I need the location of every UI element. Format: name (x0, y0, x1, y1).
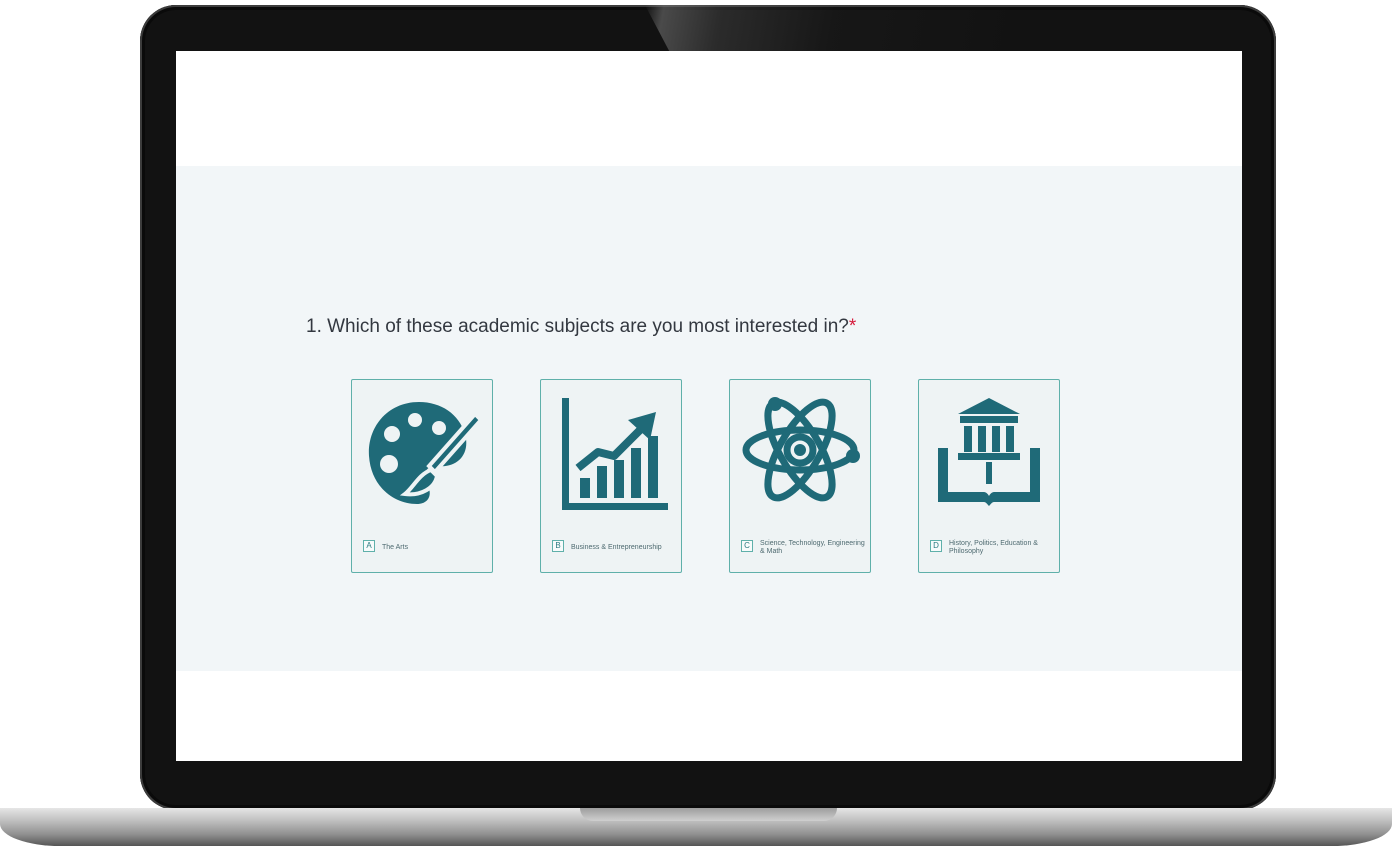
option-humanities[interactable]: D History, Politics, Education & Philoso… (918, 379, 1060, 573)
question-text: 1. Which of these academic subjects are … (306, 316, 849, 337)
option-the-arts[interactable]: A The Arts (351, 379, 493, 573)
option-key: C (741, 540, 753, 552)
option-label: The Arts (382, 544, 409, 551)
option-label: Business & Entrepreneurship (571, 544, 662, 551)
quiz-section: 1. Which of these academic subjects are … (176, 166, 1242, 671)
question-title: 1. Which of these academic subjects are … (306, 316, 856, 338)
institution-book-icon (926, 390, 1052, 516)
laptop-base-notch (580, 808, 837, 821)
option-label: Science, Technology, Engineering & Math (760, 540, 865, 555)
atom-icon (737, 390, 863, 516)
option-key: B (552, 540, 564, 552)
option-business[interactable]: B Business & Entrepreneurship (540, 379, 682, 573)
growth-chart-icon (548, 390, 674, 516)
option-label: History, Politics, Education & Philosoph… (949, 540, 1038, 555)
required-marker: * (848, 316, 857, 337)
lid-glare (645, 5, 1276, 53)
option-key: D (930, 540, 942, 552)
option-key: A (363, 540, 375, 552)
palette-icon (359, 390, 485, 516)
option-stem[interactable]: C Science, Technology, Engineering & Mat… (729, 379, 871, 573)
screen: 1. Which of these academic subjects are … (176, 51, 1242, 761)
